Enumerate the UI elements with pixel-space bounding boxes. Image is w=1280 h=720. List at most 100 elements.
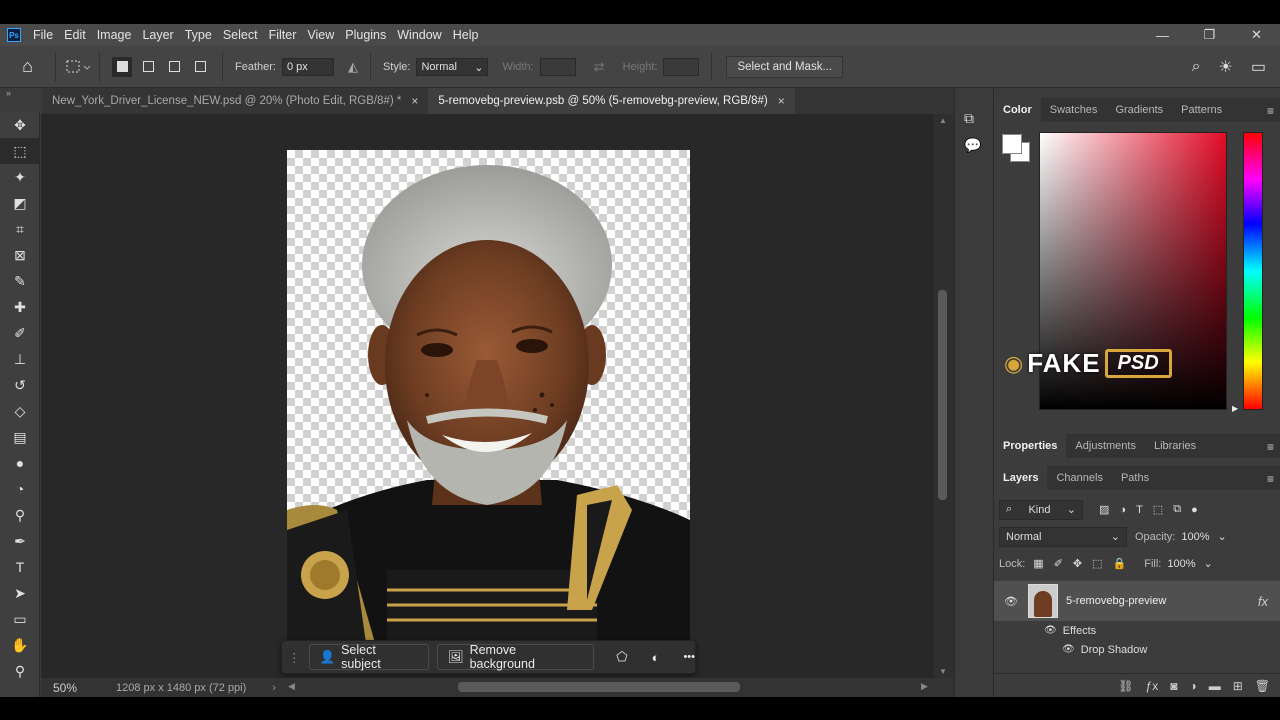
- healing-brush-tool-icon[interactable]: ✚: [0, 294, 40, 320]
- eraser-tool-icon[interactable]: ◇: [0, 398, 40, 424]
- filter-toggle-icon[interactable]: ●: [1191, 504, 1198, 516]
- horizontal-scrollbar[interactable]: ◀ ▶: [288, 678, 928, 697]
- minimize-button[interactable]: —: [1139, 24, 1186, 46]
- menu-view[interactable]: View: [305, 28, 343, 42]
- home-icon[interactable]: ⌂: [0, 51, 56, 82]
- document-info[interactable]: 1208 px x 1480 px (72 ppi): [116, 682, 246, 694]
- menu-type[interactable]: Type: [183, 28, 221, 42]
- tab-adjustments[interactable]: Adjustments: [1066, 434, 1145, 458]
- panel-menu-icon[interactable]: ≡: [1267, 104, 1274, 118]
- menu-window[interactable]: Window: [395, 28, 450, 42]
- menu-image[interactable]: Image: [95, 28, 141, 42]
- move-tool-icon[interactable]: ✥: [0, 112, 40, 138]
- close-icon[interactable]: ×: [778, 94, 785, 108]
- visibility-eye-icon[interactable]: 👁: [1044, 625, 1057, 636]
- visibility-eye-icon[interactable]: 👁: [1004, 595, 1018, 608]
- add-mask-icon[interactable]: ◙: [1170, 679, 1177, 693]
- scroll-up-icon[interactable]: ▲: [939, 116, 947, 125]
- menu-filter[interactable]: Filter: [267, 28, 306, 42]
- panel-menu-icon[interactable]: ≡: [1267, 472, 1274, 486]
- filter-shape-icon[interactable]: ⬚: [1153, 503, 1163, 516]
- frame-tool-icon[interactable]: ⊠: [0, 242, 40, 268]
- transform-icon[interactable]: ⬠: [616, 649, 627, 665]
- tab-swatches[interactable]: Swatches: [1041, 98, 1107, 122]
- rectangle-tool-icon[interactable]: ▭: [0, 606, 40, 632]
- type-tool-icon[interactable]: T: [0, 554, 40, 580]
- scroll-left-icon[interactable]: ◀: [288, 681, 295, 692]
- new-layer-icon[interactable]: ⊞: [1233, 679, 1243, 693]
- lock-artboard-icon[interactable]: ⬚: [1092, 557, 1102, 570]
- tab-gradients[interactable]: Gradients: [1106, 98, 1172, 122]
- style-select[interactable]: Normal ⌄: [416, 57, 489, 76]
- tab-driver-license[interactable]: New_York_Driver_License_NEW.psd @ 20% (P…: [42, 88, 428, 114]
- tab-removebg-preview[interactable]: 5-removebg-preview.psb @ 50% (5-removebg…: [428, 88, 795, 114]
- vertical-scrollbar[interactable]: ▲ ▼: [934, 114, 954, 678]
- pen-tool-icon[interactable]: ✒: [0, 528, 40, 554]
- history-icon[interactable]: ⧉: [964, 110, 984, 127]
- hue-marker-icon[interactable]: ▶: [1232, 404, 1238, 413]
- dodge-tool-icon[interactable]: ◔: [0, 476, 40, 502]
- crop-tool-icon[interactable]: ⌗: [0, 216, 40, 242]
- toolbar-collapse-icon[interactable]: »: [6, 88, 11, 98]
- layer-name[interactable]: 5-removebg-preview: [1066, 595, 1166, 607]
- blend-mode-select[interactable]: Normal ⌄: [999, 526, 1127, 547]
- panel-menu-icon[interactable]: ≡: [1267, 440, 1274, 454]
- fill-value[interactable]: 100%: [1167, 558, 1195, 570]
- chevron-down-icon[interactable]: ⌄: [1218, 530, 1227, 543]
- tool-preset-picker[interactable]: [56, 51, 100, 82]
- drop-shadow-row[interactable]: 👁 Drop Shadow: [994, 640, 1280, 659]
- canvas-area[interactable]: [41, 114, 934, 678]
- lock-position-icon[interactable]: ✥: [1073, 557, 1082, 570]
- workspace-icon[interactable]: ▭: [1251, 57, 1266, 77]
- menu-file[interactable]: File: [31, 28, 62, 42]
- tab-color[interactable]: Color: [994, 98, 1041, 122]
- hue-slider[interactable]: [1243, 132, 1263, 410]
- menu-layer[interactable]: Layer: [140, 28, 182, 42]
- comments-icon[interactable]: 💬: [964, 137, 984, 154]
- scroll-down-icon[interactable]: ▼: [939, 667, 947, 676]
- drag-handle-icon[interactable]: ⋮: [288, 650, 301, 665]
- new-group-icon[interactable]: ▬: [1209, 679, 1221, 693]
- tab-layers[interactable]: Layers: [994, 466, 1048, 490]
- chevron-down-icon[interactable]: ⌄: [1204, 557, 1213, 570]
- gradient-tool-icon[interactable]: ▤: [0, 424, 40, 450]
- menu-select[interactable]: Select: [221, 28, 267, 42]
- vertical-scroll-thumb[interactable]: [938, 290, 947, 500]
- clone-stamp-tool-icon[interactable]: ⊥: [0, 346, 40, 372]
- lock-all-icon[interactable]: 🔒: [1113, 557, 1127, 570]
- visibility-eye-icon[interactable]: 👁: [1062, 644, 1075, 655]
- layer-fx-badge[interactable]: fx: [1258, 594, 1268, 609]
- anti-alias-icon[interactable]: ◭: [348, 59, 358, 75]
- remove-background-button[interactable]: 🖼 Remove background: [436, 643, 595, 671]
- search-icon[interactable]: ⌕: [1192, 58, 1201, 76]
- chevron-right-icon[interactable]: ›: [272, 682, 276, 694]
- eyedropper-tool-icon[interactable]: ✎: [0, 268, 40, 294]
- lock-transparent-icon[interactable]: ▦: [1033, 557, 1043, 570]
- filter-adjustment-icon[interactable]: ◑: [1119, 504, 1126, 516]
- hand-tool-icon[interactable]: ✋: [0, 632, 40, 658]
- menu-help[interactable]: Help: [451, 28, 488, 42]
- menu-edit[interactable]: Edit: [62, 28, 95, 42]
- lock-pixels-icon[interactable]: ✐: [1054, 557, 1063, 570]
- history-brush-tool-icon[interactable]: ↺: [0, 372, 40, 398]
- horizontal-scroll-thumb[interactable]: [457, 682, 740, 692]
- zoom-tool-icon[interactable]: ⚲: [0, 658, 40, 684]
- blur-tool-icon[interactable]: ●: [0, 450, 40, 476]
- filter-pixel-icon[interactable]: ▨: [1099, 503, 1109, 516]
- more-options-icon[interactable]: •••: [683, 651, 695, 663]
- tab-patterns[interactable]: Patterns: [1172, 98, 1231, 122]
- brush-tool-icon[interactable]: ✐: [0, 320, 40, 346]
- add-style-icon[interactable]: ƒx: [1146, 679, 1159, 693]
- object-selection-tool-icon[interactable]: ✦: [0, 164, 40, 190]
- filter-type-icon[interactable]: T: [1136, 504, 1143, 516]
- menu-plugins[interactable]: Plugins: [343, 28, 395, 42]
- layer-row[interactable]: 👁 5-removebg-preview fx: [994, 581, 1280, 621]
- new-selection-icon[interactable]: [112, 56, 132, 77]
- new-adjustment-layer-icon[interactable]: ◑: [1189, 679, 1196, 693]
- close-window-button[interactable]: ✕: [1233, 24, 1280, 46]
- zoom-level[interactable]: 50%: [53, 681, 108, 695]
- restore-button[interactable]: ❐: [1186, 24, 1233, 46]
- select-subject-button[interactable]: 👤 Select subject: [308, 643, 429, 671]
- rectangular-marquee-tool-icon[interactable]: ⬚: [0, 138, 40, 164]
- sponge-tool-icon[interactable]: ⚲: [0, 502, 40, 528]
